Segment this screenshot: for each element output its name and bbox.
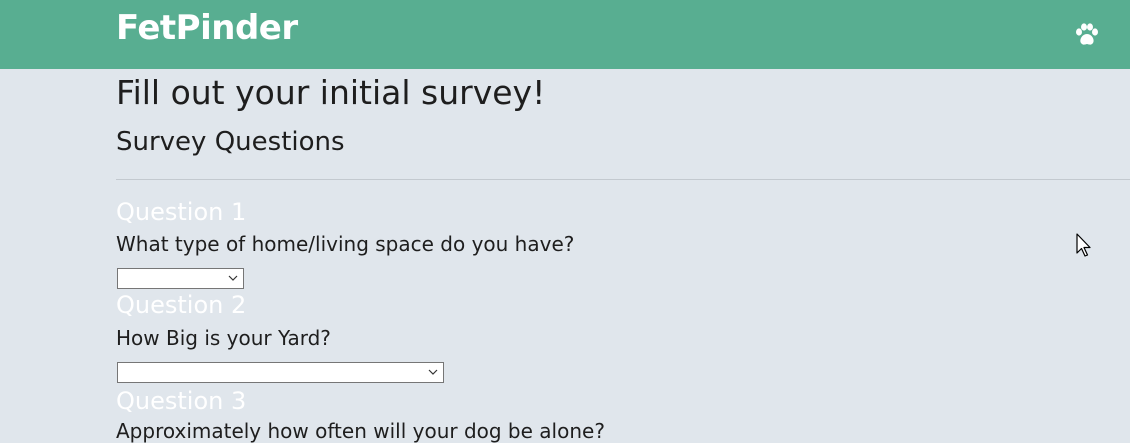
question-3-heading: Question 3 bbox=[116, 387, 247, 415]
question-1-text: What type of home/living space do you ha… bbox=[116, 232, 575, 256]
question-2-select[interactable] bbox=[117, 362, 444, 383]
question-1-heading: Question 1 bbox=[116, 198, 247, 226]
question-2-heading: Question 2 bbox=[116, 291, 247, 319]
section-divider bbox=[116, 179, 1130, 180]
page-title: Fill out your initial survey! bbox=[116, 73, 546, 112]
top-navbar: FetPinder bbox=[0, 0, 1130, 69]
chevron-down-icon bbox=[228, 275, 238, 281]
mouse-cursor-icon bbox=[1076, 233, 1091, 257]
survey-content: Fill out your initial survey! Survey Que… bbox=[0, 69, 1130, 443]
paw-icon[interactable] bbox=[1074, 23, 1100, 47]
chevron-down-icon bbox=[428, 369, 438, 375]
question-3-text: Approximately how often will your dog be… bbox=[116, 419, 605, 443]
question-1-select[interactable] bbox=[117, 268, 244, 289]
question-2-text: How Big is your Yard? bbox=[116, 326, 331, 350]
brand-logo-link[interactable]: FetPinder bbox=[116, 8, 298, 48]
section-title: Survey Questions bbox=[116, 127, 345, 157]
